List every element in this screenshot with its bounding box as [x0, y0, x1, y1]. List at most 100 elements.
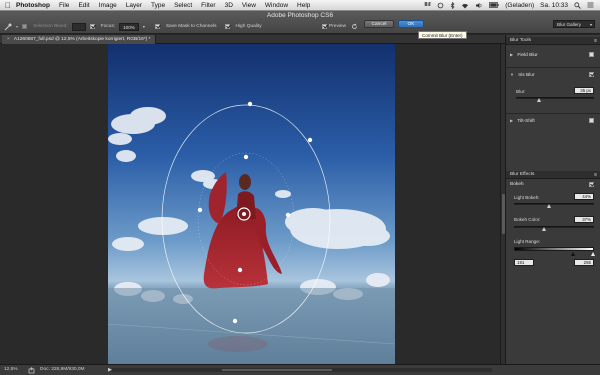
menu-edit[interactable]: Edit [78, 2, 89, 9]
iris-blur-label: Iris Blur [518, 73, 535, 78]
focus-dropdown-icon[interactable]: ▾ [143, 24, 145, 29]
blur-panels: Blur Tools ≡ ▶ Field Blur ▼ Iris Blur Bl… [505, 35, 600, 364]
horizontal-scrollbar[interactable] [112, 368, 492, 372]
tilt-shift-expand-icon[interactable]: ▶ [510, 118, 513, 123]
menu-select[interactable]: Select [174, 2, 192, 9]
bokeh-checkbox[interactable] [589, 182, 594, 187]
cancel-button[interactable]: Cancel [364, 20, 394, 28]
preview-toggle[interactable]: Preview [322, 21, 358, 32]
focus-field[interactable]: 100% [119, 22, 139, 31]
share-icon[interactable] [28, 367, 35, 374]
menu-file[interactable]: File [59, 2, 69, 9]
zoom-level[interactable]: 12,5% [4, 367, 18, 372]
spotlight-search-icon[interactable] [574, 1, 581, 9]
focus-checkbox[interactable] [89, 24, 95, 29]
save-mask-checkbox[interactable] [154, 24, 160, 29]
document-tab[interactable]: × A1260687_full.psd @ 12,5% (Arbeitskopi… [2, 35, 157, 44]
divider [506, 113, 600, 114]
horizontal-scroll-thumb[interactable] [222, 369, 332, 371]
menu-app-photoshop[interactable]: Photoshop [16, 2, 50, 9]
feather-handle-left[interactable] [197, 207, 203, 213]
field-blur-expand-icon[interactable]: ▶ [510, 52, 513, 57]
blur-amount-slider[interactable] [516, 97, 594, 99]
bokeh-label: Bokeh [510, 182, 524, 187]
blur-amount-field[interactable]: 35 px [574, 87, 594, 94]
field-blur-label: Field Blur [517, 53, 538, 58]
iris-blur-checkbox[interactable] [589, 72, 594, 77]
close-tab-icon[interactable]: × [7, 37, 10, 42]
tool-preset-dropdown[interactable]: ▾ [16, 24, 18, 29]
status-bar: 12,5% Doc: 228,9M/930,0M ▶ [0, 364, 600, 375]
preview-checkbox[interactable] [322, 24, 327, 29]
blur-tool-icon[interactable] [4, 23, 12, 31]
options-bar: Adobe Photoshop CS6 ▾ Selection Bleed: F… [0, 11, 600, 34]
light-range-low-knob[interactable] [571, 252, 575, 256]
light-range-max-field[interactable]: 255 [574, 259, 594, 266]
selection-bleed-checkbox[interactable] [22, 24, 28, 29]
light-bokeh-slider[interactable] [514, 203, 594, 205]
bokeh-color-slider[interactable] [514, 226, 594, 228]
high-quality-checkbox[interactable] [224, 24, 230, 29]
photo-model-red-dress[interactable] [108, 44, 395, 364]
light-bokeh-field[interactable]: 44% [574, 193, 594, 200]
iris-blur-collapse-icon[interactable]: ▼ [510, 72, 514, 77]
menu-3d[interactable]: 3D [225, 2, 233, 9]
volume-icon[interactable] [475, 2, 483, 9]
field-blur-row[interactable]: ▶ Field Blur [506, 49, 600, 61]
save-mask-label: Save Mask to Channels [165, 24, 217, 29]
effects-panel-menu-icon[interactable]: ≡ [594, 171, 597, 179]
light-range-gradient[interactable] [514, 247, 594, 251]
window-title: Adobe Photoshop CS6 [266, 12, 334, 19]
menubar-clock[interactable]: Sa. 10:33 [540, 2, 568, 9]
menu-help[interactable]: Help [297, 2, 310, 9]
menu-view[interactable]: View [242, 2, 256, 9]
ok-button[interactable]: OK [398, 20, 424, 28]
menu-layer[interactable]: Layer [126, 2, 142, 9]
light-bokeh-label: Light Bokeh: [514, 195, 540, 200]
high-quality-label: High Quality [235, 24, 262, 29]
menu-filter[interactable]: Filter [201, 2, 215, 9]
reset-pins-icon[interactable] [351, 23, 358, 30]
dropbox-icon[interactable] [423, 1, 432, 9]
bokeh-color-label: Bokeh Color: [514, 217, 541, 222]
workspace-select[interactable]: Blur Gallery ▾ [553, 20, 595, 28]
iris-handle-top-right[interactable] [307, 137, 313, 143]
wifi-icon[interactable] [461, 2, 469, 9]
document-tab-label: A1260687_full.psd @ 12,5% (Arbeitskopie … [13, 37, 151, 42]
focus-label: Focus: [100, 24, 116, 29]
iris-blur-row[interactable]: ▼ Iris Blur [506, 69, 600, 81]
bokeh-row: Bokeh [506, 179, 600, 191]
workspace-dropdown-icon: ▾ [589, 22, 592, 27]
bokeh-color-field[interactable]: 37% [574, 216, 594, 223]
blur-tools-header[interactable]: Blur Tools ≡ [506, 37, 600, 45]
feather-handle-bottom[interactable] [237, 267, 243, 273]
selection-bleed-field[interactable] [71, 22, 86, 31]
feather-handle-right[interactable] [285, 212, 291, 218]
workspace-select-value: Blur Gallery [557, 22, 581, 27]
iris-handle-bottom[interactable] [232, 318, 238, 324]
bluetooth-icon[interactable] [450, 1, 455, 9]
tilt-shift-row[interactable]: ▶ Tilt-Shift [506, 115, 600, 127]
blur-amount-knob[interactable] [537, 98, 541, 102]
battery-icon[interactable] [489, 2, 499, 8]
menu-type[interactable]: Type [151, 2, 165, 9]
menu-image[interactable]: Image [99, 2, 117, 9]
blur-pin-center[interactable] [242, 212, 246, 216]
light-range-high-knob[interactable] [591, 252, 595, 256]
light-bokeh-knob[interactable] [547, 204, 551, 208]
selection-bleed-label: Selection Bleed: [33, 24, 68, 29]
tilt-shift-checkbox[interactable] [589, 118, 594, 123]
divider [506, 67, 600, 68]
bokeh-color-knob[interactable] [542, 227, 546, 231]
light-range-min-field[interactable]: 191 [514, 259, 534, 266]
notification-center-icon[interactable] [587, 2, 594, 8]
menu-window[interactable]: Window [265, 2, 288, 9]
feather-handle-top[interactable] [243, 154, 249, 160]
field-blur-checkbox[interactable] [589, 52, 594, 57]
blur-effects-header[interactable]: Blur Effects ≡ [506, 171, 600, 179]
panel-menu-icon[interactable]: ≡ [594, 37, 597, 45]
document-canvas[interactable] [108, 44, 395, 364]
apple-icon[interactable]:  [0, 1, 16, 10]
sync-icon[interactable] [437, 2, 444, 9]
iris-handle-top[interactable] [247, 101, 253, 107]
